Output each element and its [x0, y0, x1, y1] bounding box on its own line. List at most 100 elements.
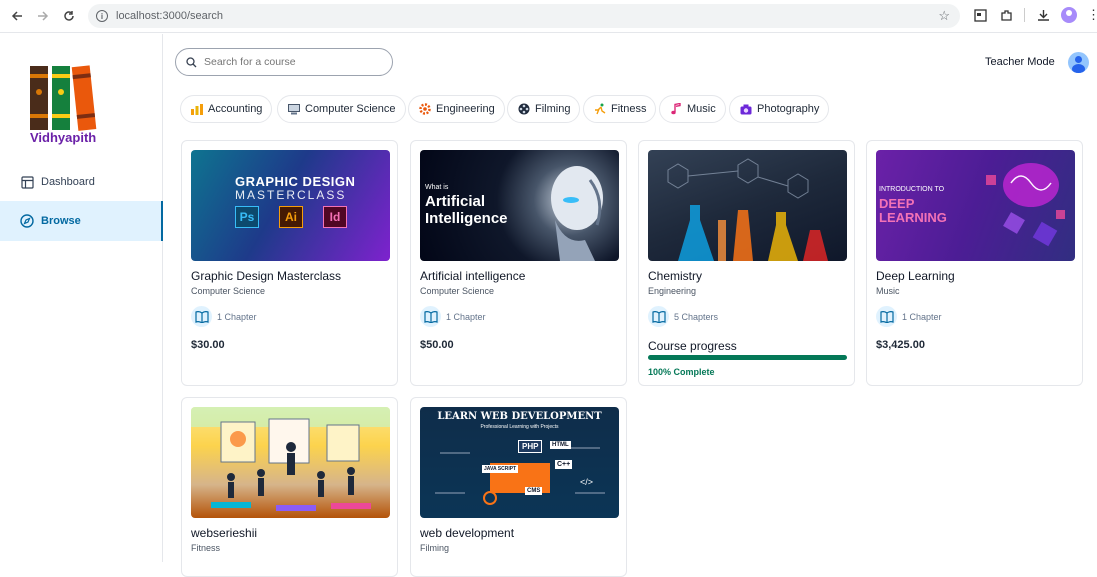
sidebar: Vidhyapith Dashboard Browse: [0, 34, 163, 562]
sidebar-item-dashboard[interactable]: Dashboard: [0, 162, 163, 202]
course-thumbnail: [648, 150, 847, 261]
computer-icon: [287, 103, 300, 115]
user-avatar[interactable]: [1068, 52, 1089, 73]
book-icon: [191, 306, 212, 327]
chapter-count-label: 1 Chapter: [446, 311, 486, 322]
sidebar-item-browse[interactable]: Browse: [0, 201, 163, 241]
course-card-graphic-design[interactable]: GRAPHIC DESIGN MASTERCLASS Ps Ai Id Grap…: [181, 140, 398, 386]
course-category: Engineering: [648, 286, 697, 296]
thumbnail-title: GRAPHIC DESIGN: [235, 174, 356, 189]
course-progress-label: Course progress: [648, 339, 737, 353]
chemistry-flasks-illustration: [667, 158, 828, 261]
course-progress-text: 100% Complete: [648, 367, 715, 377]
reload-icon[interactable]: [60, 7, 78, 25]
course-title: webserieshii: [191, 526, 258, 540]
course-card-artificial-intelligence[interactable]: What is Artificial Intelligence Artifici…: [410, 140, 627, 386]
forward-icon[interactable]: [34, 7, 52, 25]
books-logo-icon: [30, 64, 102, 134]
thumbnail-kicker: What is: [425, 184, 449, 191]
address-bar[interactable]: i localhost:3000/search ☆: [88, 4, 960, 28]
teacher-mode-button[interactable]: Teacher Mode: [985, 56, 1055, 68]
category-chip-photography[interactable]: Photography: [729, 95, 830, 123]
category-label: Filming: [535, 103, 571, 115]
thumbnail-title: LEARN WEB DEVELOPMENT: [437, 411, 602, 422]
extensions-icon[interactable]: [998, 6, 1014, 24]
thumbnail-title: DEEP: [879, 196, 915, 211]
category-chip-filming[interactable]: Filming: [507, 95, 581, 123]
course-category: Computer Science: [420, 286, 495, 296]
course-card-web-development[interactable]: LEARN WEB DEVELOPMENT Professional Learn…: [410, 397, 627, 577]
course-thumbnail: INTRODUCTION TO DEEP LEARNING: [876, 150, 1075, 261]
course-category: Fitness: [191, 543, 221, 553]
chapter-count: 1 Chapter: [876, 306, 942, 327]
bookmark-star-icon[interactable]: ☆: [938, 8, 950, 24]
brand-name: Vidhyapith: [30, 130, 97, 145]
thumbnail-subtitle: LEARNING: [879, 210, 947, 225]
course-title: web development: [420, 526, 515, 540]
course-card-deep-learning[interactable]: INTRODUCTION TO DEEP LEARNING Deep Learn…: [866, 140, 1083, 386]
cms-tag: CMS: [525, 487, 543, 495]
javascript-tag: JAVA SCRIPT: [482, 465, 519, 473]
sidebar-item-label: Dashboard: [41, 176, 95, 188]
code-tag: </>: [580, 477, 594, 487]
book-icon: [420, 306, 441, 327]
course-card-chemistry[interactable]: Chemistry Engineering 5 Chapters Course …: [638, 140, 855, 386]
course-title: Graphic Design Masterclass: [191, 269, 342, 283]
search-icon: [186, 56, 197, 67]
chapter-count: 1 Chapter: [191, 306, 257, 327]
category-label: Computer Science: [305, 103, 396, 115]
book-icon: [648, 306, 669, 327]
download-icon[interactable]: [1035, 6, 1051, 24]
chapter-count-label: 1 Chapter: [217, 311, 257, 322]
category-chip-fitness[interactable]: Fitness: [583, 95, 657, 123]
course-thumbnail: [191, 407, 390, 518]
fitness-class-illustration: [191, 407, 390, 511]
category-chip-computer-science[interactable]: Computer Science: [277, 95, 406, 123]
site-info-icon[interactable]: i: [96, 10, 108, 22]
book-icon: [876, 306, 897, 327]
search-input[interactable]: [204, 56, 374, 68]
compass-icon: [20, 214, 34, 228]
html-tag: HTML: [550, 441, 571, 449]
thumbnail-title: Artificial: [425, 193, 486, 210]
course-title: Chemistry: [648, 269, 703, 283]
browser-profile-icon[interactable]: [1061, 7, 1077, 23]
cpp-tag: C++: [555, 460, 573, 469]
category-chip-accounting[interactable]: Accounting: [180, 95, 273, 123]
gear-icon: [418, 103, 431, 115]
chapter-count: 1 Chapter: [420, 306, 486, 327]
course-price: $3,425.00: [876, 339, 925, 351]
chapter-count-label: 1 Chapter: [902, 311, 942, 322]
course-progress-fill: [648, 355, 847, 360]
bar-chart-icon: [190, 103, 203, 115]
course-thumbnail: GRAPHIC DESIGN MASTERCLASS Ps Ai Id: [191, 150, 390, 261]
camera-icon: [739, 104, 752, 115]
thumbnail-subtitle: Intelligence: [425, 210, 508, 227]
music-note-icon: [669, 103, 682, 115]
browser-toolbar: i localhost:3000/search ☆ ⋮: [0, 0, 1097, 33]
php-tag: PHP: [518, 440, 543, 453]
back-icon[interactable]: [8, 7, 26, 25]
film-reel-icon: [517, 103, 530, 115]
indesign-logo: Id: [323, 206, 347, 228]
course-thumbnail: LEARN WEB DEVELOPMENT Professional Learn…: [420, 407, 619, 518]
search-box[interactable]: [175, 48, 393, 76]
browser-menu-icon[interactable]: ⋮: [1087, 7, 1097, 23]
course-title: Artificial intelligence: [420, 269, 526, 283]
category-chip-engineering[interactable]: Engineering: [408, 95, 505, 123]
screenshot-icon[interactable]: [972, 6, 988, 24]
photoshop-logo: Ps: [235, 206, 259, 228]
url-text: localhost:3000/search: [116, 10, 224, 22]
course-price: $50.00: [420, 339, 454, 351]
robot-head-illustration: [551, 166, 603, 261]
thumbnail-kicker: INTRODUCTION TO: [879, 186, 945, 193]
course-category: Filming: [420, 543, 450, 553]
course-category: Computer Science: [191, 286, 266, 296]
category-label: Fitness: [611, 103, 647, 115]
brain-illustration: [986, 163, 1065, 247]
course-price: $30.00: [191, 339, 225, 351]
course-progress-bar: [648, 355, 847, 360]
illustrator-logo: Ai: [279, 206, 303, 228]
category-chip-music[interactable]: Music: [659, 95, 726, 123]
course-card-webserieshii[interactable]: webserieshii Fitness: [181, 397, 398, 577]
